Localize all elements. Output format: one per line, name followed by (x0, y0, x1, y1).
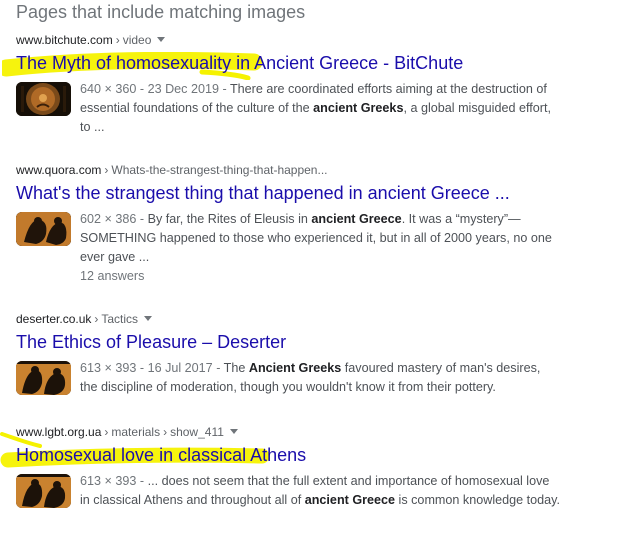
result-snippet: 640 × 360 - 23 Dec 2019 - There are coor… (80, 80, 560, 137)
snippet-keyword: ancient Greece (311, 212, 402, 226)
result-path: Whats-the-strangest-thing-that-happen... (111, 163, 328, 177)
chevron-down-icon[interactable] (157, 37, 166, 42)
result-title-link[interactable]: What's the strangest thing that happened… (16, 182, 616, 204)
breadcrumb-separator: › (94, 312, 99, 326)
snippet-keyword: ancient Greece (304, 493, 396, 507)
result-thumbnail[interactable] (16, 82, 71, 116)
snippet-keyword: Ancient Greeks (248, 361, 342, 375)
result-path: Tactics (101, 312, 139, 326)
result-cite[interactable]: www.bitchute.com › video (16, 32, 616, 48)
result-domain: deserter.co.uk (16, 312, 92, 326)
result-snippet: 602 × 386 - By far, the Rites of Eleusis… (80, 210, 560, 267)
greek-pottery-thumbnail-icon (16, 361, 71, 395)
answers-count: 12 answers (80, 269, 145, 283)
result-snippet: 613 × 393 - ... does not seem that the f… (80, 472, 560, 510)
result-title-link[interactable]: The Myth of homosexuality in Ancient Gre… (16, 52, 616, 74)
snippet-text: By far, the Rites of Eleusis in (144, 212, 312, 226)
result-domain: www.bitchute.com (16, 33, 113, 47)
result-thumbnail[interactable] (16, 212, 71, 246)
search-result: www.bitchute.com › video The Myth of homos… (2, 32, 616, 137)
result-meta: 613 × 393 - 16 Jul 2017 - (80, 361, 221, 375)
snippet-keyword: ancient Greeks (313, 101, 404, 115)
result-domain: www.quora.com (16, 163, 102, 177)
greek-pottery-thumbnail-icon (16, 82, 71, 116)
result-meta: 602 × 386 - (80, 212, 145, 226)
result-path: video (122, 33, 152, 47)
greek-pottery-thumbnail-icon (16, 212, 71, 246)
result-cite[interactable]: deserter.co.uk › Tactics (16, 311, 616, 327)
page-heading: Pages that include matching images (16, 2, 306, 22)
snippet-text: is common knowledge today. (395, 493, 561, 507)
result-snippet: 613 × 393 - 16 Jul 2017 - The Ancient Gr… (80, 359, 560, 397)
search-result: www.lgbt.org.ua › materials › show_411 Homos… (0, 424, 616, 510)
search-result: deserter.co.uk › Tactics The Ethics of Ple… (16, 311, 616, 397)
result-cite[interactable]: www.quora.com › Whats-the-strangest-thing-… (16, 162, 616, 178)
search-result: www.quora.com › Whats-the-strangest-thing-… (16, 162, 616, 286)
greek-pottery-thumbnail-icon (16, 474, 71, 508)
result-meta: 640 × 360 - 23 Dec 2019 - (80, 82, 227, 96)
breadcrumb-separator: › (115, 33, 120, 47)
snippet-text: The (220, 361, 249, 375)
result-meta: 613 × 393 - (80, 474, 145, 488)
result-title-link[interactable]: Homosexual love in classical Athens (16, 444, 616, 466)
chevron-down-icon[interactable] (144, 316, 153, 321)
result-title-link[interactable]: The Ethics of Pleasure – Deserter (16, 331, 616, 353)
result-thumbnail[interactable] (16, 474, 71, 508)
breadcrumb-separator: › (104, 163, 109, 177)
result-thumbnail[interactable] (16, 361, 71, 395)
